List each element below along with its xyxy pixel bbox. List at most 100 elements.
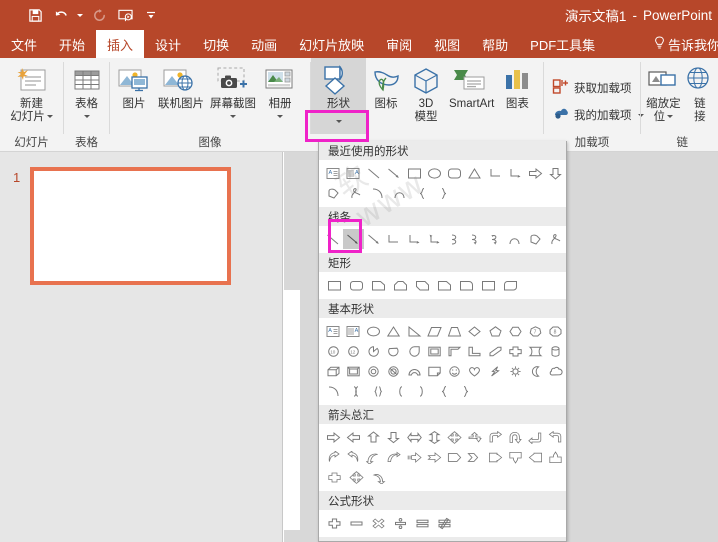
shape-bevel[interactable]	[343, 361, 363, 381]
shape-freeform[interactable]	[526, 229, 546, 249]
shape-up-arrow[interactable]	[364, 427, 384, 447]
shape-left-arrow-callout[interactable]	[526, 447, 546, 467]
shape-round-single-corner[interactable]	[455, 275, 477, 295]
shapes-caret[interactable]	[335, 116, 342, 129]
shape-arc[interactable]	[505, 229, 525, 249]
redo-icon[interactable]	[86, 2, 112, 28]
shape-no-symbol[interactable]	[384, 361, 404, 381]
undo-icon[interactable]	[48, 2, 74, 28]
shape-left-brace[interactable]	[411, 183, 433, 203]
my-addins-button[interactable]: 我的加载项	[548, 102, 648, 129]
tab-slideshow[interactable]: 幻灯片放映	[288, 30, 375, 58]
screenshot-button[interactable]: 屏幕截图	[207, 62, 259, 124]
shape-triangle[interactable]	[465, 163, 485, 183]
shape-teardrop[interactable]	[404, 341, 424, 361]
shape-elbow-arrow-connector[interactable]	[505, 163, 525, 183]
undo-dropdown-caret[interactable]	[74, 2, 86, 28]
shape-round-same-side[interactable]	[477, 275, 499, 295]
shape-frame[interactable]	[424, 341, 444, 361]
shape-diamond[interactable]	[465, 321, 485, 341]
tab-help[interactable]: 帮助	[471, 30, 519, 58]
shape-elbow-arrow[interactable]	[404, 229, 424, 249]
shape-down-arrow[interactable]	[546, 163, 566, 183]
shape-snip-round-single[interactable]	[433, 275, 455, 295]
shape-scribble[interactable]	[546, 229, 566, 249]
new-slide-button[interactable]: 新建 幻灯片	[7, 62, 56, 124]
photo-album-caret[interactable]	[277, 111, 283, 124]
shape-heptagon[interactable]: 7	[526, 321, 546, 341]
shape-curve[interactable]	[445, 229, 465, 249]
shape-plaque[interactable]	[526, 341, 546, 361]
shape-line-diagonal-selected[interactable]	[343, 229, 364, 249]
shape-cloud[interactable]	[546, 361, 566, 381]
shape-hexagon[interactable]	[505, 321, 525, 341]
shape-line-arrow[interactable]	[384, 163, 404, 183]
shape-freeform[interactable]	[323, 183, 345, 203]
tab-insert[interactable]: 插入	[96, 30, 145, 58]
shape-octagon[interactable]: 8	[546, 321, 566, 341]
shape-oval[interactable]	[424, 163, 444, 183]
shape-pentagon-arrow[interactable]	[445, 447, 465, 467]
shape-snip-single-corner[interactable]	[367, 275, 389, 295]
shape-division-sign[interactable]	[389, 513, 411, 533]
shape-not-equal-sign[interactable]	[433, 513, 455, 533]
chart-button[interactable]: 图表	[497, 58, 537, 111]
shape-quad-arrow-callout[interactable]	[345, 467, 367, 487]
shape-circular-arrow[interactable]	[367, 467, 389, 487]
shape-u-turn-arrow[interactable]	[505, 427, 525, 447]
shape-right-bracket[interactable]	[411, 381, 433, 401]
shape-block-arc[interactable]	[404, 361, 424, 381]
shape-cube[interactable]	[323, 361, 343, 381]
shape-snip-diagonal[interactable]	[411, 275, 433, 295]
shape-lightning-bolt[interactable]	[485, 361, 505, 381]
shape-donut[interactable]	[364, 361, 384, 381]
shape-textbox[interactable]: A	[323, 321, 343, 341]
shape-parallelogram[interactable]	[424, 321, 444, 341]
tab-transitions[interactable]: 切换	[192, 30, 240, 58]
shape-arc[interactable]	[323, 381, 345, 401]
tab-animations[interactable]: 动画	[240, 30, 288, 58]
screenshot-caret[interactable]	[230, 111, 236, 124]
shape-right-arrow[interactable]	[526, 163, 546, 183]
shape-curve-arrow[interactable]	[465, 229, 485, 249]
slide-canvas[interactable]	[284, 290, 300, 530]
shape-decagon[interactable]: 10	[323, 341, 343, 361]
shape-right-brace[interactable]	[455, 381, 477, 401]
shape-arc-2[interactable]	[389, 183, 411, 203]
shape-line[interactable]	[323, 229, 343, 249]
icons-button[interactable]: 图标	[366, 58, 406, 111]
slide-thumbnail-pane[interactable]: 1	[0, 152, 283, 542]
shape-double-brace[interactable]	[367, 381, 389, 401]
shape-curve-double-arrow[interactable]	[485, 229, 505, 249]
tab-review[interactable]: 审阅	[375, 30, 423, 58]
shape-elbow-connector[interactable]	[485, 163, 505, 183]
shape-rounded-rectangle[interactable]	[345, 275, 367, 295]
save-icon[interactable]	[22, 2, 48, 28]
shape-cylinder[interactable]	[546, 341, 566, 361]
shape-arc[interactable]	[367, 183, 389, 203]
tab-design[interactable]: 设计	[144, 30, 192, 58]
online-pictures-button[interactable]: 联机图片	[155, 62, 207, 111]
shape-bent-arrow[interactable]	[485, 427, 505, 447]
customize-qat-icon[interactable]	[138, 2, 164, 28]
shape-textbox[interactable]: A	[323, 163, 343, 183]
table-button[interactable]: 表格	[67, 62, 107, 124]
shape-up-arrow-callout[interactable]	[546, 447, 566, 467]
shape-left-bracket[interactable]	[389, 381, 411, 401]
shape-right-triangle[interactable]	[404, 321, 424, 341]
shape-vertical-textbox[interactable]: A	[343, 321, 363, 341]
shape-snip-same-side[interactable]	[389, 275, 411, 295]
shape-line[interactable]	[364, 163, 384, 183]
tab-pdf-tools[interactable]: PDF工具集	[519, 30, 606, 58]
zoom-button[interactable]: 缩放定 位	[645, 62, 682, 124]
tell-me-box[interactable]: 告诉我你	[654, 30, 718, 58]
shape-chord[interactable]	[384, 341, 404, 361]
shape-rectangle[interactable]	[323, 275, 345, 295]
shape-triangle[interactable]	[384, 321, 404, 341]
shape-cross[interactable]	[505, 341, 525, 361]
shape-elbow-connector[interactable]	[384, 229, 404, 249]
shape-pie[interactable]	[364, 341, 384, 361]
shape-rectangle[interactable]	[404, 163, 424, 183]
shape-chevron-arrow[interactable]	[465, 447, 485, 467]
shape-cross-arrow[interactable]	[323, 467, 345, 487]
